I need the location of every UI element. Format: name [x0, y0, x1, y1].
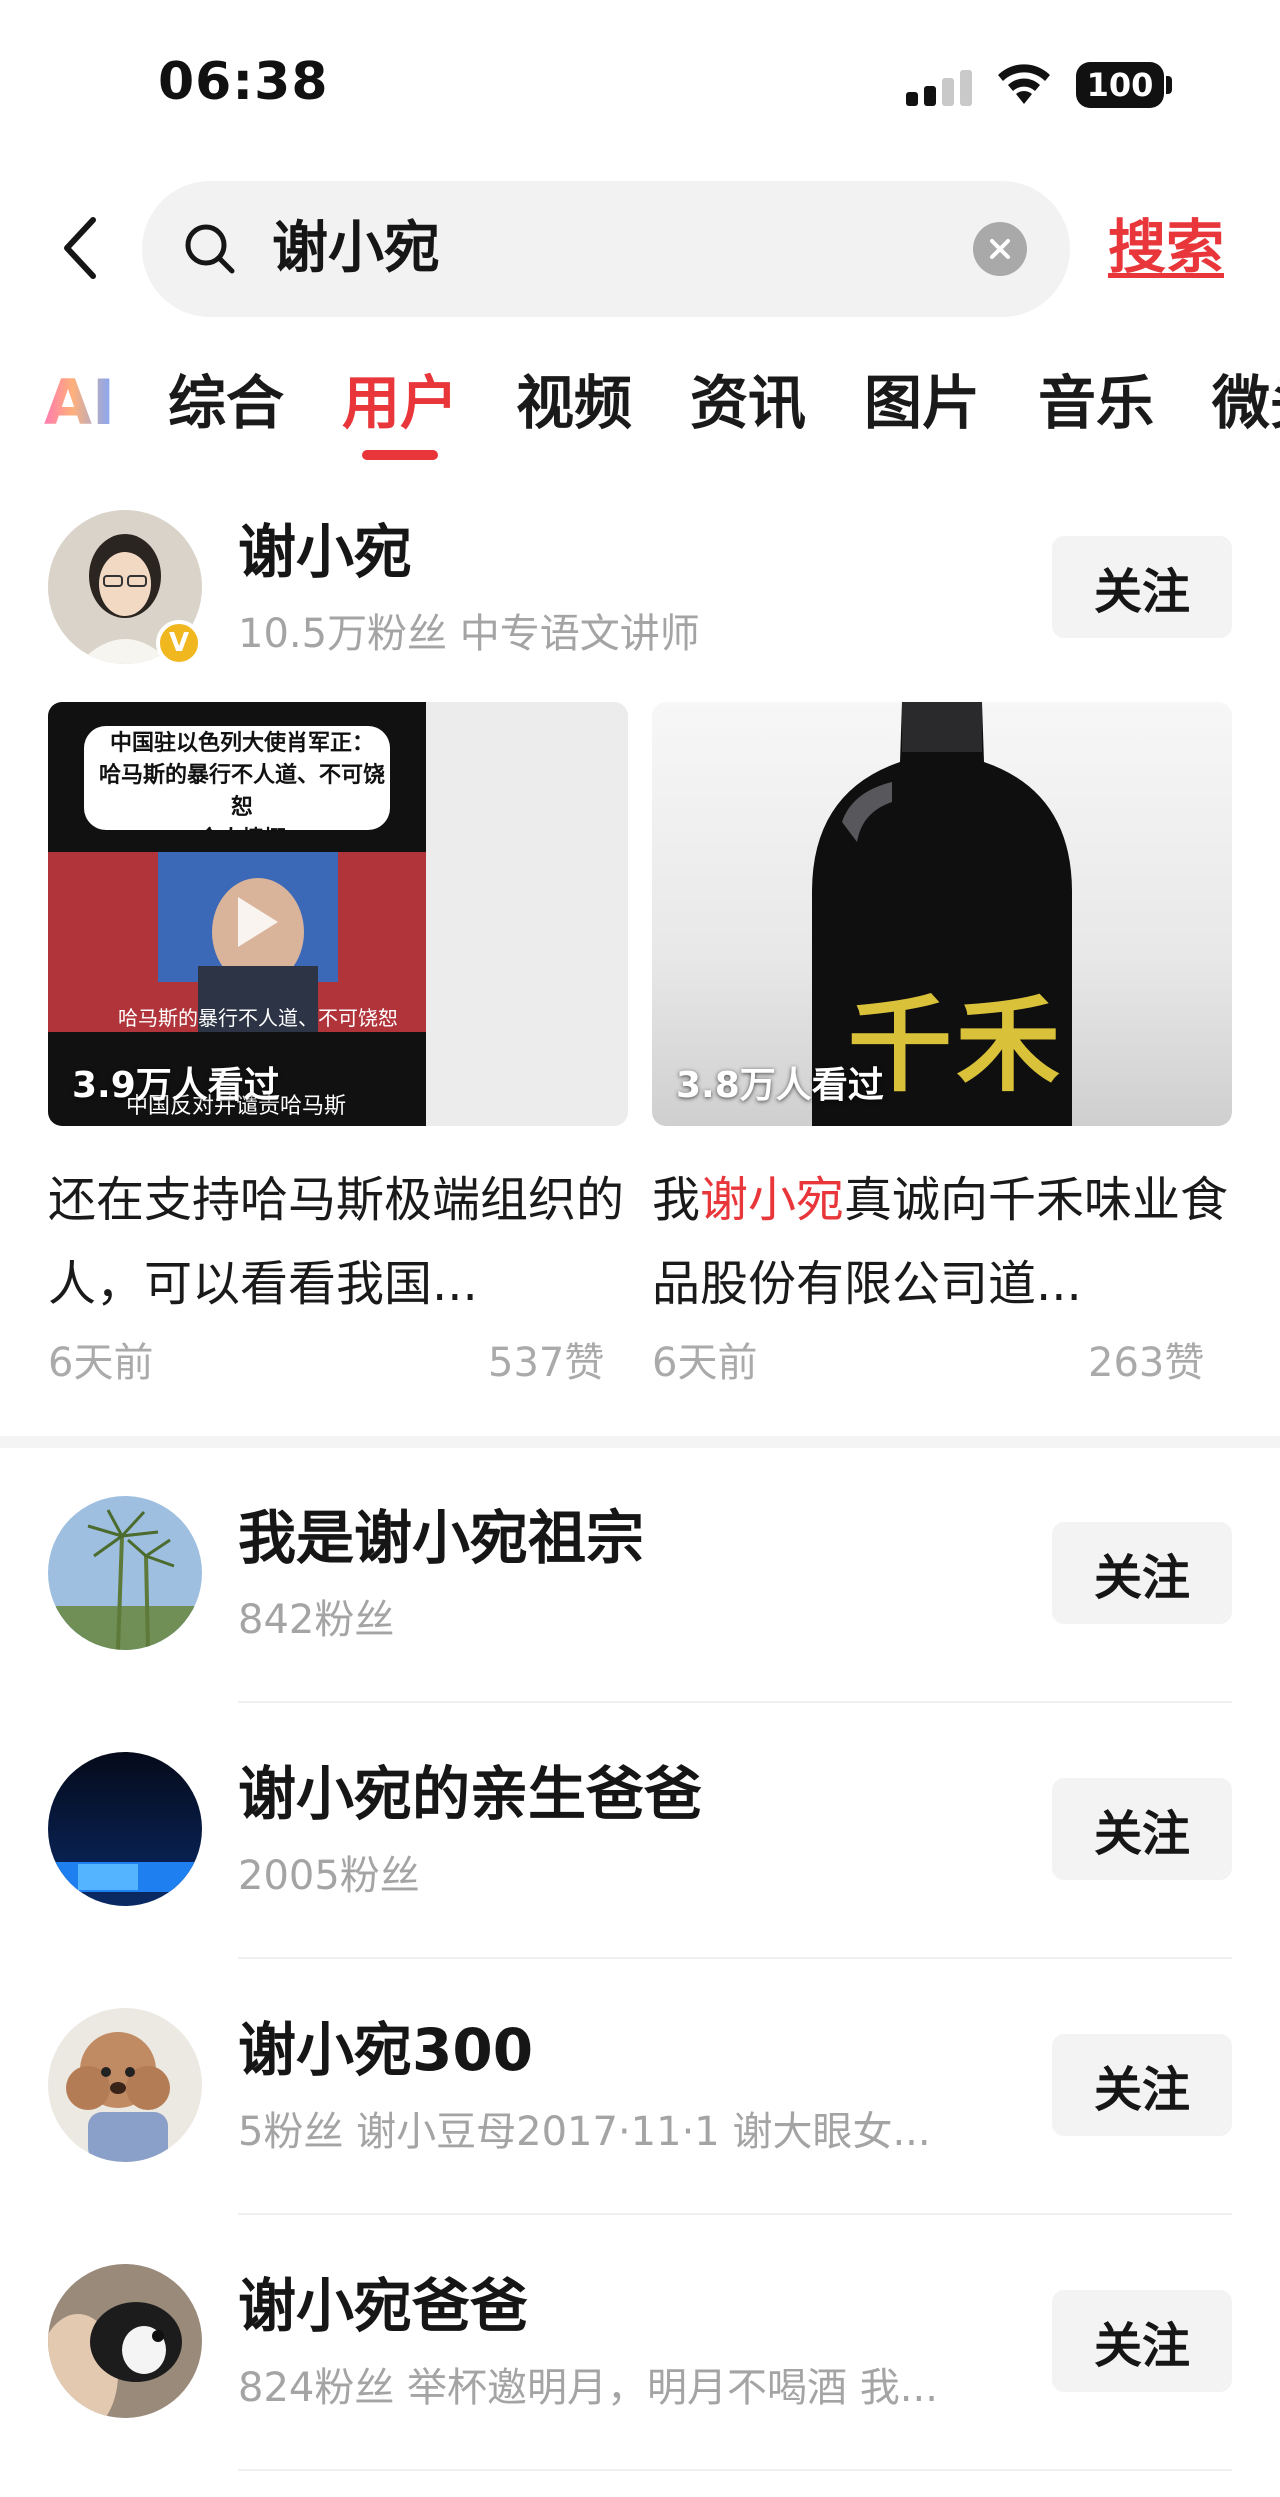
user-name[interactable]: 谢小宛300	[238, 2014, 533, 2086]
row-divider	[238, 1957, 1232, 1959]
active-tab-indicator	[362, 450, 438, 460]
video-likes: 537赞	[488, 1340, 605, 1386]
row-divider	[238, 2469, 1232, 2471]
user-name[interactable]: 我是谢小宛祖宗	[238, 1502, 644, 1574]
user-name[interactable]: 谢小宛爸爸	[238, 2270, 528, 2342]
follow-button[interactable]: 关注	[1052, 1778, 1232, 1880]
wifi-icon	[998, 64, 1050, 104]
search-input[interactable]: 谢小宛	[142, 181, 1070, 317]
tab-images[interactable]: 图片	[864, 360, 980, 446]
row-divider	[238, 2213, 1232, 2215]
verified-badge-icon: V	[156, 620, 202, 666]
thumbnail-headline: 中国驻以色列大使肖军正： 哈马斯的暴行不人道、不可饶恕 令人愤慨	[94, 728, 390, 856]
section-divider	[0, 1436, 1280, 1448]
user-meta: 824粉丝 举杯邀明月，明月不喝酒 我...	[238, 2365, 938, 2411]
user-meta: 10.5万粉丝 中专语文讲师	[238, 611, 700, 657]
tab-music[interactable]: 音乐	[1038, 360, 1154, 446]
avatar[interactable]	[48, 2264, 202, 2418]
tab-videos[interactable]: 视频	[516, 360, 632, 446]
back-arrow-icon	[64, 217, 96, 279]
thumbnail-line: 令人愤慨	[197, 827, 286, 852]
tab-microposts[interactable]: 微头条	[1212, 360, 1280, 446]
follow-button[interactable]: 关注	[1052, 2290, 1232, 2392]
thumbnail-line: 中国驻以色列大使肖军正：	[109, 731, 374, 756]
search-tabs: 综合 用户 视频 资讯 图片 音乐 微头条	[0, 360, 1280, 470]
status-bar: 06:38 100	[0, 0, 1280, 170]
user-meta: 2005粉丝	[238, 1853, 420, 1899]
video-likes: 263赞	[1088, 1340, 1205, 1386]
thumbnail-subtitle: 哈马斯的暴行不人道、不可饶恕	[118, 1006, 398, 1030]
avatar[interactable]	[48, 1496, 202, 1650]
avatar-puppy-image	[48, 2264, 202, 2418]
user-meta: 842粉丝	[238, 1597, 395, 1643]
video-title[interactable]: 还在支持哈马斯极端组织的人，可以看看我国...	[48, 1158, 628, 1326]
clear-search-button[interactable]	[973, 222, 1027, 276]
avatar[interactable]	[48, 2008, 202, 2162]
tab-comprehensive[interactable]: 综合	[168, 360, 284, 446]
avatar-palm-image	[48, 1496, 202, 1650]
video-time: 6天前	[48, 1340, 154, 1386]
avatar-poodle-image	[48, 2008, 202, 2162]
video-thumbnail[interactable]: 千禾 3.8万人看过	[652, 702, 1232, 1126]
user-meta: 5粉丝 谢小豆母2017·11·1 谢大眼女...	[238, 2109, 931, 2155]
cellular-signal-icon	[906, 68, 976, 106]
battery-level: 100	[1086, 66, 1154, 104]
tab-news[interactable]: 资讯	[690, 360, 806, 446]
thumbnail-line: 哈马斯的暴行不人道、不可饶恕	[98, 763, 385, 820]
search-button[interactable]: 搜索	[1108, 212, 1224, 282]
user-name[interactable]: 谢小宛的亲生爸爸	[238, 1758, 702, 1830]
clear-icon	[990, 239, 1010, 259]
follow-button[interactable]: 关注	[1052, 1522, 1232, 1624]
battery-tip	[1166, 76, 1172, 94]
search-icon	[185, 224, 235, 274]
follow-button[interactable]: 关注	[1052, 2034, 1232, 2136]
tab-users[interactable]: 用户	[342, 360, 458, 446]
video-views: 3.8万人看过	[676, 1065, 884, 1106]
video-title[interactable]: 我谢小宛真诚向千禾味业食品股份有限公司道...	[652, 1158, 1232, 1326]
title-prefix: 我	[652, 1172, 701, 1228]
video-views: 3.9万人看过	[72, 1065, 280, 1106]
search-query[interactable]: 谢小宛	[272, 214, 440, 284]
avatar[interactable]	[48, 1752, 202, 1906]
title-highlight: 谢小宛	[700, 1172, 845, 1228]
avatar-night-image	[48, 1752, 202, 1906]
video-time: 6天前	[652, 1340, 758, 1386]
video-thumbnail[interactable]: 中国驻以色列大使肖军正： 哈马斯的暴行不人道、不可饶恕 令人愤慨 哈马斯的暴行不…	[48, 702, 628, 1126]
back-button[interactable]	[56, 215, 106, 281]
follow-button[interactable]: 关注	[1052, 536, 1232, 638]
battery-icon: 100	[1076, 62, 1164, 108]
status-time: 06:38	[158, 52, 329, 112]
row-divider	[238, 1701, 1232, 1703]
user-name[interactable]: 谢小宛	[238, 516, 412, 588]
